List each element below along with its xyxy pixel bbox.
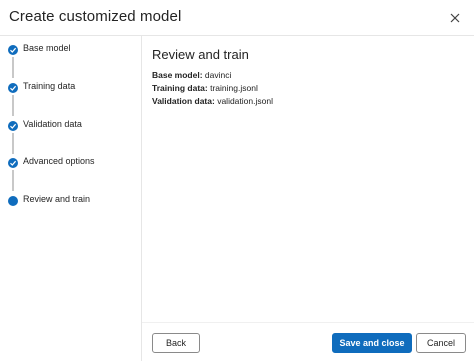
detail-key: Training data: <box>152 83 208 93</box>
cancel-button[interactable]: Cancel <box>416 333 466 353</box>
create-model-dialog: Create customized model Base model Train… <box>0 0 474 361</box>
close-button[interactable] <box>448 11 462 25</box>
section-title: Review and train <box>152 47 249 62</box>
step-label: Advanced options <box>23 156 95 166</box>
step-connector <box>12 95 14 116</box>
detail-training-data: Training data: training.jsonl <box>152 83 258 93</box>
step-advanced-options[interactable]: Advanced options <box>0 153 141 175</box>
step-current-icon <box>8 196 18 206</box>
step-training-data[interactable]: Training data <box>0 78 141 100</box>
step-base-model[interactable]: Base model <box>0 40 141 62</box>
step-review-and-train[interactable]: Review and train <box>0 191 141 213</box>
dialog-title: Create customized model <box>9 8 182 25</box>
detail-key: Validation data: <box>152 96 215 106</box>
step-label: Validation data <box>23 119 82 129</box>
detail-value: davinci <box>204 70 232 80</box>
step-complete-icon <box>8 83 18 93</box>
detail-key: Base model: <box>152 70 203 80</box>
save-and-close-button[interactable]: Save and close <box>332 333 412 353</box>
detail-base-model: Base model: davinci <box>152 70 231 80</box>
step-label: Review and train <box>23 194 91 204</box>
step-complete-icon <box>8 121 18 131</box>
detail-value: training.jsonl <box>210 83 258 93</box>
step-label: Training data <box>23 81 76 91</box>
step-complete-icon <box>8 45 18 55</box>
dialog-header: Create customized model <box>0 0 474 36</box>
step-connector <box>12 133 14 154</box>
step-connector <box>12 170 14 191</box>
detail-value: validation.jsonl <box>217 96 273 106</box>
step-validation-data[interactable]: Validation data <box>0 116 141 138</box>
close-icon <box>450 13 460 23</box>
back-button[interactable]: Back <box>152 333 200 353</box>
step-complete-icon <box>8 158 18 168</box>
wizard-steps: Base model Training data Validation data… <box>0 36 142 361</box>
step-label: Base model <box>23 43 71 53</box>
step-connector <box>12 57 14 78</box>
detail-validation-data: Validation data: validation.jsonl <box>152 96 273 106</box>
footer-divider <box>142 322 474 323</box>
